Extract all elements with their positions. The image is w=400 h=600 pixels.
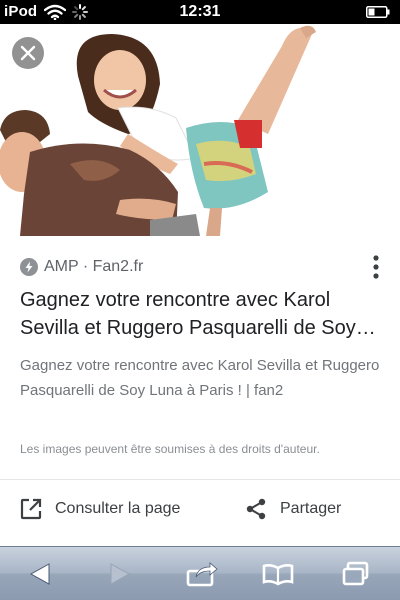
battery-icon bbox=[366, 6, 390, 18]
status-bar: iPod 12:31 bbox=[0, 0, 400, 24]
action-share-icon bbox=[186, 562, 218, 587]
hero-image[interactable] bbox=[0, 24, 400, 236]
forward-arrow-icon bbox=[110, 563, 131, 585]
pages-button[interactable] bbox=[338, 559, 374, 589]
open-page-label: Consulter la page bbox=[55, 500, 181, 517]
open-in-new-icon bbox=[20, 498, 42, 520]
back-button[interactable] bbox=[22, 559, 58, 589]
more-vertical-icon[interactable] bbox=[368, 253, 384, 283]
result-snippet: Gagnez votre rencontre avec Karol Sevill… bbox=[20, 357, 380, 399]
result-title[interactable]: Gagnez votre rencontre avec Karol Sevill… bbox=[20, 286, 382, 342]
source-label[interactable]: AMP · Fan2.fr bbox=[44, 258, 143, 276]
share-button[interactable]: Partager bbox=[244, 497, 364, 523]
bookmarks-button[interactable] bbox=[260, 559, 296, 589]
hero-photo bbox=[0, 24, 400, 236]
share-label: Partager bbox=[280, 500, 342, 517]
amp-lightning-icon bbox=[20, 258, 38, 276]
share-icon bbox=[246, 498, 266, 520]
copyright-notice: Les images peuvent être soumises à des d… bbox=[20, 442, 320, 456]
browser-toolbar bbox=[0, 546, 400, 600]
clock: 12:31 bbox=[179, 3, 221, 20]
close-button[interactable] bbox=[12, 37, 44, 69]
card-actions: Consulter la page Partager bbox=[0, 480, 400, 540]
bookmarks-icon bbox=[262, 564, 294, 586]
back-arrow-icon bbox=[29, 563, 50, 585]
action-button[interactable] bbox=[184, 559, 220, 589]
close-icon bbox=[20, 45, 36, 61]
pages-icon bbox=[342, 561, 369, 586]
source-row: AMP · Fan2.fr bbox=[20, 255, 380, 279]
forward-button[interactable] bbox=[102, 559, 138, 589]
open-page-button[interactable]: Consulter la page bbox=[19, 497, 209, 523]
